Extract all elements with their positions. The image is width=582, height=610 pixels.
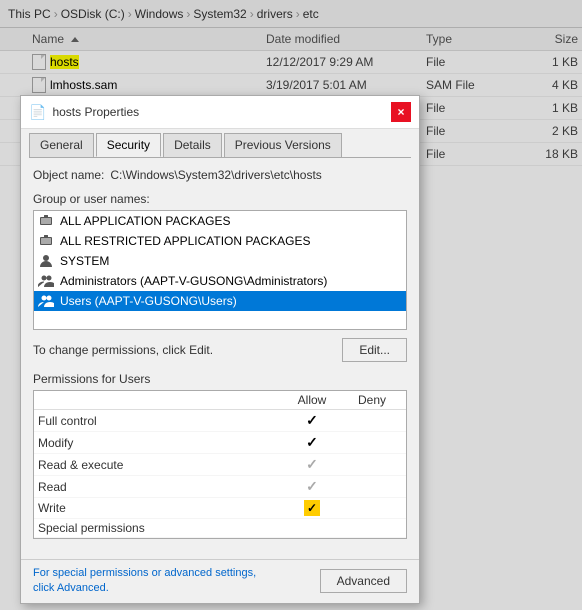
- perms-table-header: Allow Deny: [34, 391, 406, 410]
- perm-name: Modify: [38, 436, 282, 450]
- tab-bar: General Security Details Previous Versio…: [21, 129, 419, 157]
- app-pkg-icon: [38, 233, 54, 249]
- user-row[interactable]: ALL APPLICATION PACKAGES: [34, 211, 406, 231]
- object-name-row: Object name: C:\Windows\System32\drivers…: [33, 168, 407, 182]
- perm-row: Read & execute ✓: [34, 454, 406, 476]
- perm-name: Write: [38, 501, 282, 515]
- checkmark-yellow-icon: ✓: [304, 500, 320, 516]
- user-name: Users (AAPT-V-GUSONG\Users): [60, 294, 237, 308]
- users-icon: [38, 293, 54, 309]
- app-pkg-icon: [38, 213, 54, 229]
- object-name-value: C:\Windows\System32\drivers\etc\hosts: [110, 168, 321, 182]
- permissions-table: Allow Deny Full control ✓ Modify ✓ Read …: [33, 390, 407, 539]
- dialog-title: 📄 hosts Properties: [29, 104, 139, 121]
- dialog-close-button[interactable]: ×: [391, 102, 411, 122]
- perm-name: Read & execute: [38, 458, 282, 472]
- user-name: ALL RESTRICTED APPLICATION PACKAGES: [60, 234, 311, 248]
- properties-dialog: 📄 hosts Properties × General Security De…: [20, 95, 420, 604]
- perm-name: Read: [38, 480, 282, 494]
- perm-col-deny: Deny: [342, 393, 402, 407]
- perm-row: Modify ✓: [34, 432, 406, 454]
- bottom-text: For special permissions or advanced sett…: [33, 566, 320, 597]
- perm-col-name: [38, 393, 282, 407]
- perm-row: Write ✓: [34, 498, 406, 519]
- dialog-titlebar: 📄 hosts Properties ×: [21, 96, 419, 129]
- change-perms-text: To change permissions, click Edit.: [33, 343, 213, 357]
- change-perms-row: To change permissions, click Edit. Edit.…: [33, 338, 407, 362]
- user-name: ALL APPLICATION PACKAGES: [60, 214, 231, 228]
- tab-previous-versions[interactable]: Previous Versions: [224, 133, 342, 157]
- perms-section-label: Permissions for Users: [33, 372, 407, 386]
- user-row[interactable]: Administrators (AAPT-V-GUSONG\Administra…: [34, 271, 406, 291]
- user-row-selected[interactable]: Users (AAPT-V-GUSONG\Users): [34, 291, 406, 311]
- user-name: SYSTEM: [60, 254, 109, 268]
- perm-row: Full control ✓: [34, 410, 406, 432]
- dialog-title-text: hosts Properties: [52, 105, 139, 119]
- perm-allow: ✓: [282, 500, 342, 516]
- tab-security[interactable]: Security: [96, 133, 161, 157]
- dialog-content: Object name: C:\Windows\System32\drivers…: [21, 158, 419, 559]
- perm-row: Special permissions: [34, 519, 406, 538]
- perm-name: Special permissions: [38, 521, 282, 535]
- checkmark-gray-icon: ✓: [306, 478, 318, 494]
- admin-icon: [38, 273, 54, 289]
- checkmark-icon: ✓: [306, 412, 318, 428]
- checkmark-gray-icon: ✓: [306, 456, 318, 472]
- perm-col-allow: Allow: [282, 393, 342, 407]
- checkmark-icon: ✓: [306, 434, 318, 450]
- perm-name: Full control: [38, 414, 282, 428]
- perm-allow: ✓: [282, 456, 342, 473]
- bottom-section: For special permissions or advanced sett…: [21, 559, 419, 603]
- user-name: Administrators (AAPT-V-GUSONG\Administra…: [60, 274, 327, 288]
- perm-allow: ✓: [282, 434, 342, 451]
- user-row[interactable]: SYSTEM: [34, 251, 406, 271]
- advanced-link-text: Advanced: [57, 582, 106, 594]
- tab-details[interactable]: Details: [163, 133, 222, 157]
- advanced-button[interactable]: Advanced: [320, 569, 407, 593]
- edit-button[interactable]: Edit...: [342, 338, 407, 362]
- users-list[interactable]: ALL APPLICATION PACKAGES ALL RESTRICTED …: [33, 210, 407, 330]
- object-name-label: Object name:: [33, 168, 104, 182]
- user-row[interactable]: ALL RESTRICTED APPLICATION PACKAGES: [34, 231, 406, 251]
- perm-row: Read ✓: [34, 476, 406, 498]
- dialog-file-icon: 📄: [29, 104, 46, 121]
- tab-general[interactable]: General: [29, 133, 94, 157]
- system-icon: [38, 253, 54, 269]
- group-section-label: Group or user names:: [33, 192, 407, 206]
- perm-allow: ✓: [282, 412, 342, 429]
- perm-allow: ✓: [282, 478, 342, 495]
